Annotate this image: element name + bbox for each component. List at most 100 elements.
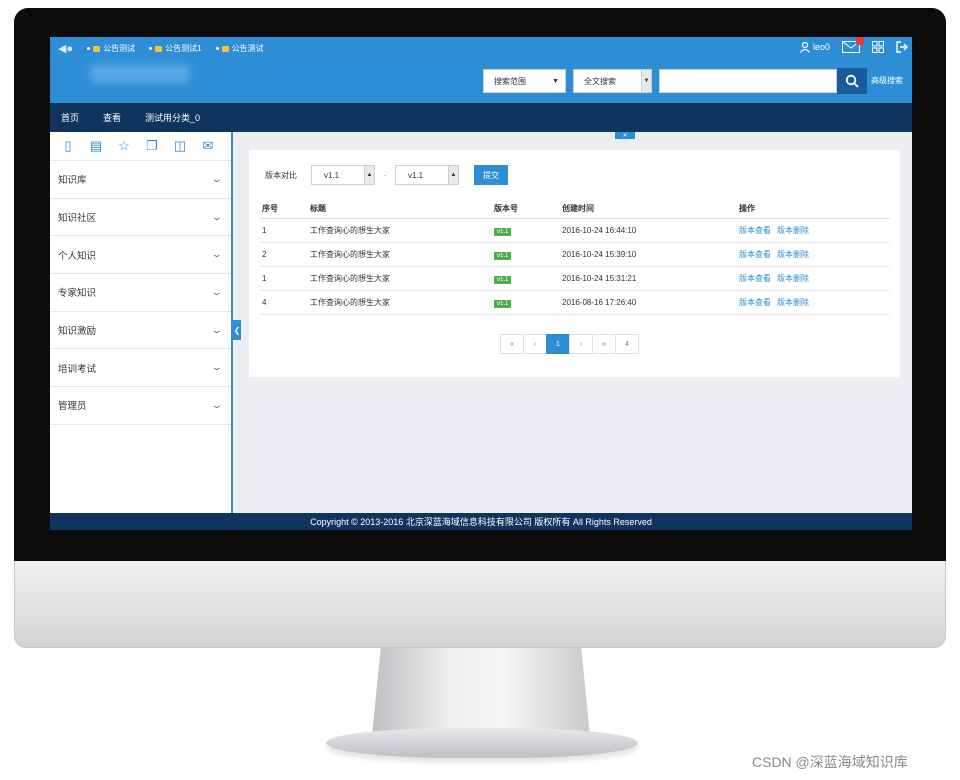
logout-icon[interactable]	[896, 41, 908, 53]
version-a-value: v1.1	[324, 170, 340, 180]
version-badge: v1.1	[494, 276, 512, 284]
collapse-header-toggle[interactable]: ✕	[615, 132, 635, 139]
watermark: CSDN @深蓝海域知识库	[752, 754, 908, 770]
main-nav: 首页 查看 测试用分类_0	[50, 103, 912, 132]
sidebar-item-incentive[interactable]: 知识激励 ⌄	[50, 312, 231, 350]
notice-tab-label: 公告测试	[103, 44, 136, 53]
messages-button[interactable]	[842, 37, 864, 53]
folder-icon	[155, 45, 163, 52]
sidebar: ▯ ▤ ☆ ❐ ◫ ✉ 知识库 ⌄ 知识社区 ⌄ 个人知识 ⌄ 专家知识 ⌄ 知…	[50, 132, 233, 513]
chevron-down-icon: ⌄	[211, 173, 224, 184]
bullet-icon	[149, 47, 153, 50]
doc-icon[interactable]: ▯	[59, 138, 77, 154]
advanced-search-link[interactable]: 高级搜索	[871, 75, 903, 86]
version-a-select[interactable]: v1.1 ▲	[311, 165, 375, 185]
search-input[interactable]	[659, 69, 837, 93]
folder-icon	[93, 45, 101, 52]
column-header: 版本号	[494, 203, 518, 213]
row-number: 4	[262, 298, 267, 307]
monitor-chin	[14, 561, 946, 648]
search-icon	[845, 74, 859, 88]
doc-view-icon[interactable]: ▤	[87, 138, 105, 154]
row-actions: 版本查看 版本删除	[739, 273, 889, 284]
search-button[interactable]	[837, 68, 867, 94]
next-page-button[interactable]: ›	[569, 334, 593, 354]
nav-item-home[interactable]: 首页	[61, 111, 79, 124]
delete-version-link[interactable]: 版本删除	[777, 249, 809, 260]
chevron-up-icon: ✕	[622, 133, 628, 139]
submit-button[interactable]: 提交	[474, 165, 508, 185]
table-row: 1 工作查询心的想生大家 v1.1 2016-10-24 16:44:10 版本…	[260, 219, 890, 243]
row-number: 1	[262, 226, 267, 235]
search-scope-select[interactable]: 搜索范围 ▼	[483, 69, 566, 93]
view-version-link[interactable]: 版本查看	[739, 249, 771, 260]
created-time: 2016-10-24 15:31:21	[562, 274, 637, 283]
sidebar-item-knowledge-base[interactable]: 知识库 ⌄	[50, 161, 231, 199]
version-cell: v1.1	[494, 250, 562, 260]
unread-badge	[856, 37, 864, 45]
sidebar-item-admin[interactable]: 管理员 ⌄	[50, 387, 231, 425]
nav-item-view[interactable]: 查看	[103, 111, 121, 124]
view-version-link[interactable]: 版本查看	[739, 225, 771, 236]
version-b-value: v1.1	[408, 170, 424, 180]
chevron-down-icon: ⌄	[211, 362, 224, 373]
view-version-link[interactable]: 版本查看	[739, 297, 771, 308]
version-badge: v1.1	[494, 252, 512, 260]
delete-version-link[interactable]: 版本删除	[777, 297, 809, 308]
created-time: 2016-08-16 17:26:40	[562, 298, 637, 307]
chevron-left-icon: ❮	[233, 325, 241, 335]
row-actions: 版本查看 版本删除	[739, 297, 889, 308]
stack-icon[interactable]: ◫	[171, 138, 189, 154]
version-b-select[interactable]: v1.1 ▲	[395, 165, 459, 185]
sidebar-item-label: 培训考试	[58, 363, 97, 375]
row-number: 2	[262, 250, 267, 259]
user-menu[interactable]: leo0	[800, 41, 830, 53]
table-row: 2 工作查询心的想生大家 v1.1 2016-10-24 15:39:10 版本…	[260, 243, 890, 267]
notice-tab[interactable]: 公告测试	[215, 43, 264, 54]
prev-page-button[interactable]: ‹	[523, 334, 547, 354]
last-page-button[interactable]: »	[592, 334, 616, 354]
version-compare-label: 版本对比	[265, 170, 297, 180]
sidebar-item-community[interactable]: 知识社区 ⌄	[50, 199, 231, 237]
notice-tab-label: 公告测试	[231, 44, 264, 53]
sidebar-item-expert[interactable]: 专家知识 ⌄	[50, 274, 231, 312]
pagination: « ‹ 1 › » 4	[500, 334, 639, 354]
caret-down-icon: ▼	[552, 77, 559, 85]
delete-version-link[interactable]: 版本删除	[777, 273, 809, 284]
delete-version-link[interactable]: 版本删除	[777, 225, 809, 236]
row-title[interactable]: 工作查询心的想生大家	[310, 297, 494, 308]
notice-tab[interactable]: 公告测试1	[149, 43, 202, 54]
search-type-select[interactable]: 全文搜索 ▼	[573, 69, 652, 93]
row-number: 1	[262, 274, 267, 283]
view-version-link[interactable]: 版本查看	[739, 273, 771, 284]
copy-icon[interactable]: ❐	[143, 138, 161, 154]
row-title[interactable]: 工作查询心的想生大家	[310, 249, 494, 260]
bullet-icon	[215, 47, 219, 50]
star-icon[interactable]: ☆	[115, 138, 133, 154]
created-time: 2016-10-24 15:39:10	[562, 250, 637, 259]
nav-item-category[interactable]: 测试用分类_0	[145, 111, 200, 124]
bullet-icon	[87, 47, 91, 50]
first-page-button[interactable]: «	[500, 334, 524, 354]
logo	[90, 65, 190, 83]
sidebar-collapse-toggle[interactable]: ❮	[233, 320, 241, 340]
column-header: 操作	[739, 203, 755, 213]
current-page[interactable]: 1	[546, 334, 570, 354]
row-title[interactable]: 工作查询心的想生大家	[310, 273, 494, 284]
table-row: 1 工作查询心的想生大家 v1.1 2016-10-24 15:31:21 版本…	[260, 267, 890, 291]
version-compare-panel: 版本对比 v1.1 ▲ - v1.1 ▲ 提交 序号 标题 版本号 创建时间 操…	[249, 150, 900, 377]
notice-tab-label: 公告测试1	[165, 44, 202, 53]
sidebar-item-label: 个人知识	[58, 250, 97, 262]
back-icon[interactable]: ◀●	[58, 42, 73, 55]
grid-icon[interactable]	[872, 41, 884, 53]
row-title[interactable]: 工作查询心的想生大家	[310, 225, 494, 236]
notice-tab[interactable]: 公告测试	[87, 43, 135, 54]
sidebar-item-label: 知识激励	[58, 326, 97, 338]
username: leo0	[812, 42, 830, 52]
mail-icon[interactable]: ✉	[199, 138, 217, 154]
sidebar-item-training[interactable]: 培训考试 ⌄	[50, 349, 231, 388]
row-actions: 版本查看 版本删除	[739, 249, 889, 260]
version-cell: v1.1	[494, 298, 562, 308]
created-time: 2016-10-24 16:44:10	[562, 226, 637, 235]
sidebar-item-personal[interactable]: 个人知识 ⌄	[50, 236, 231, 275]
